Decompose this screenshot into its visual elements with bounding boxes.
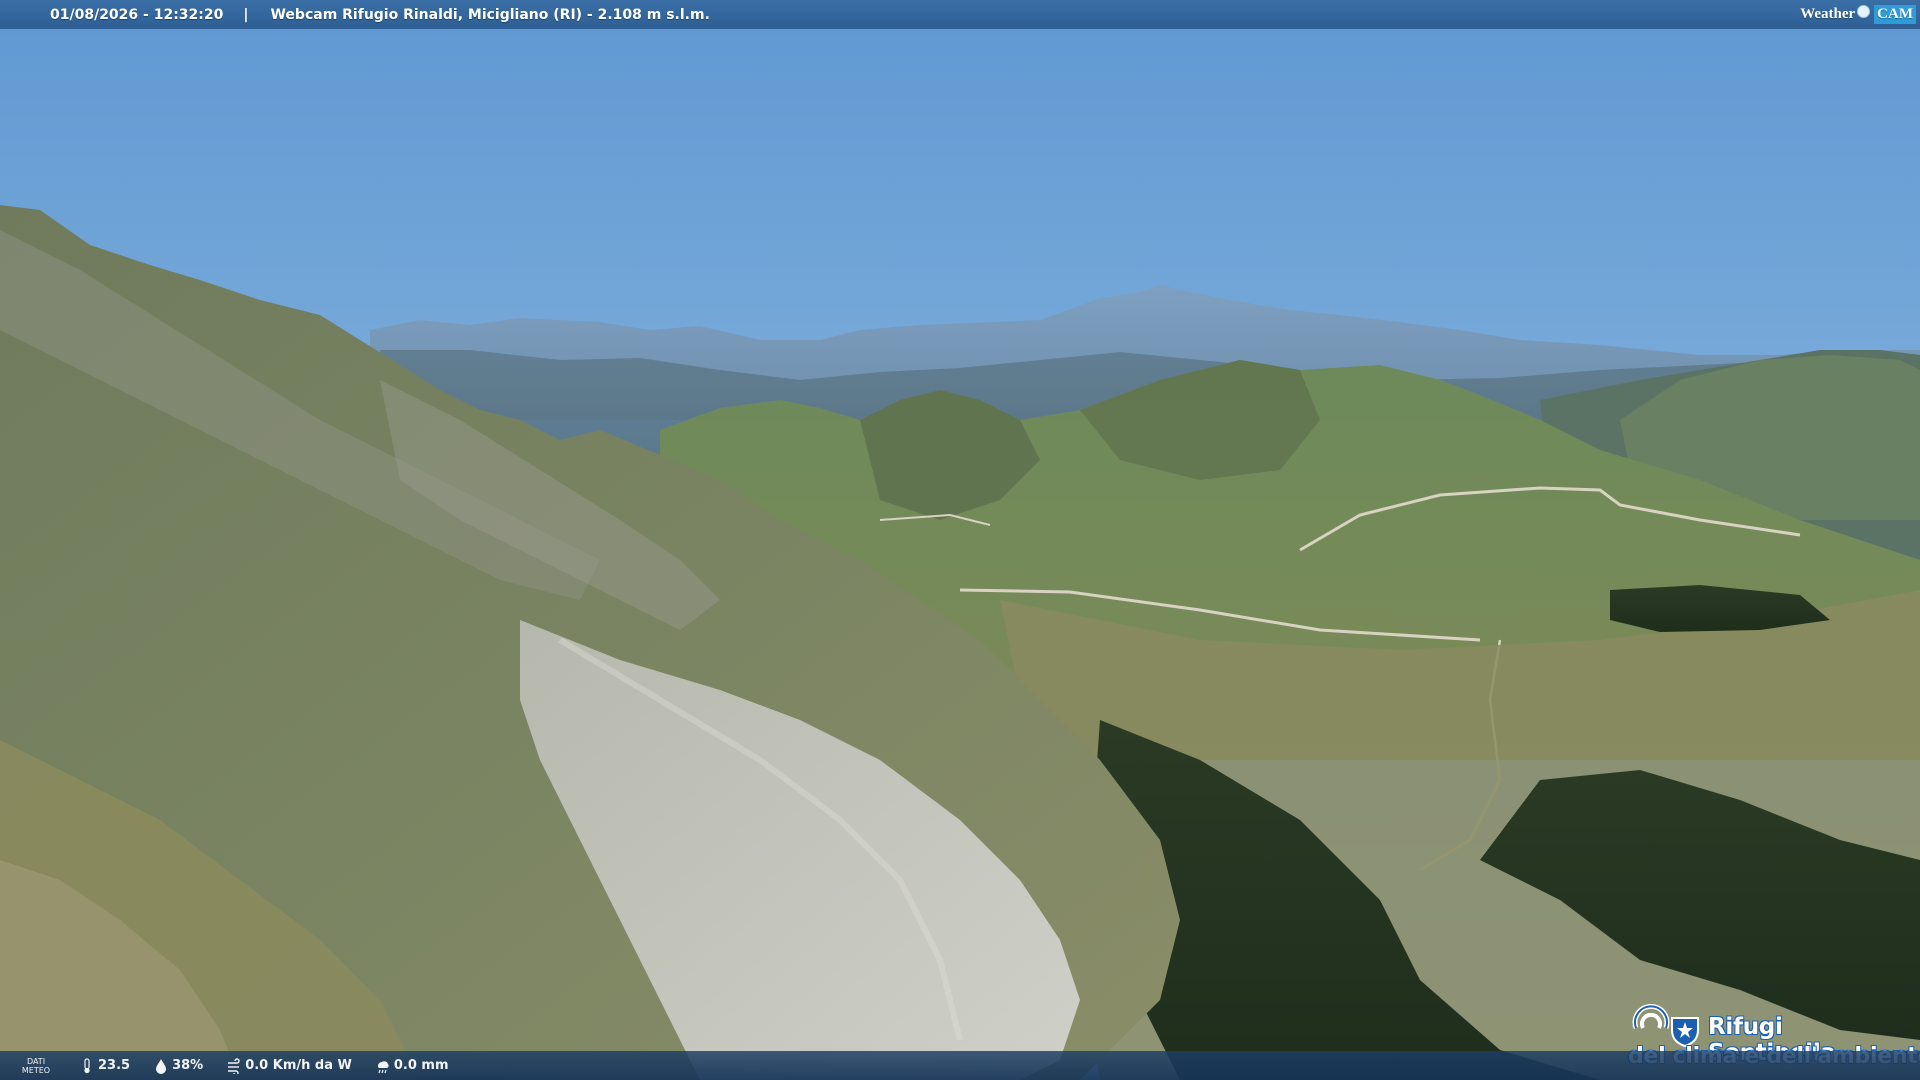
temperature-reading: 23.5 <box>80 1057 131 1074</box>
dati-meteo-label: DATI METEO <box>16 1057 56 1075</box>
rain-reading: 0.0 mm <box>376 1058 449 1074</box>
temperature-value: 23.5 <box>98 1058 131 1073</box>
sentinella-mark-icon <box>1632 1004 1699 1048</box>
wind-value: 0.0 Km/h da W <box>245 1058 352 1073</box>
meteo-label: METEO <box>21 1065 51 1075</box>
separator: | <box>243 6 249 23</box>
dati-label: DATI <box>26 1056 46 1066</box>
brand-dot-icon <box>1857 5 1871 18</box>
rain-value: 0.0 mm <box>393 1058 449 1073</box>
humidity-value: 38% <box>172 1058 204 1073</box>
weather-data-bar: DATI METEO 23.5 38% 0.0 Km/h da W 0.0 mm <box>0 1051 1920 1080</box>
top-info-bar: 01/08/2026 - 12:32:20 | Webcam Rifugio R… <box>0 0 1920 29</box>
humidity-icon <box>154 1058 168 1074</box>
weathercam-logo: Weather CAM <box>1800 4 1916 25</box>
timestamp: 01/08/2026 - 12:32:20 <box>50 6 224 23</box>
rain-icon <box>376 1058 390 1074</box>
webcam-frame: 01/08/2026 - 12:32:20 | Webcam Rifugio R… <box>0 0 1920 1080</box>
thermometer-icon <box>80 1057 94 1074</box>
wind-reading: 0.0 Km/h da W <box>227 1057 352 1074</box>
mountain-landscape <box>0 0 1920 1080</box>
brand-right: CAM <box>1874 5 1916 24</box>
webcam-title: Webcam Rifugio Rinaldi, Micigliano (RI) … <box>270 6 710 23</box>
humidity-reading: 38% <box>154 1058 203 1074</box>
brand-left: Weather <box>1800 6 1856 22</box>
wind-icon <box>227 1057 241 1074</box>
